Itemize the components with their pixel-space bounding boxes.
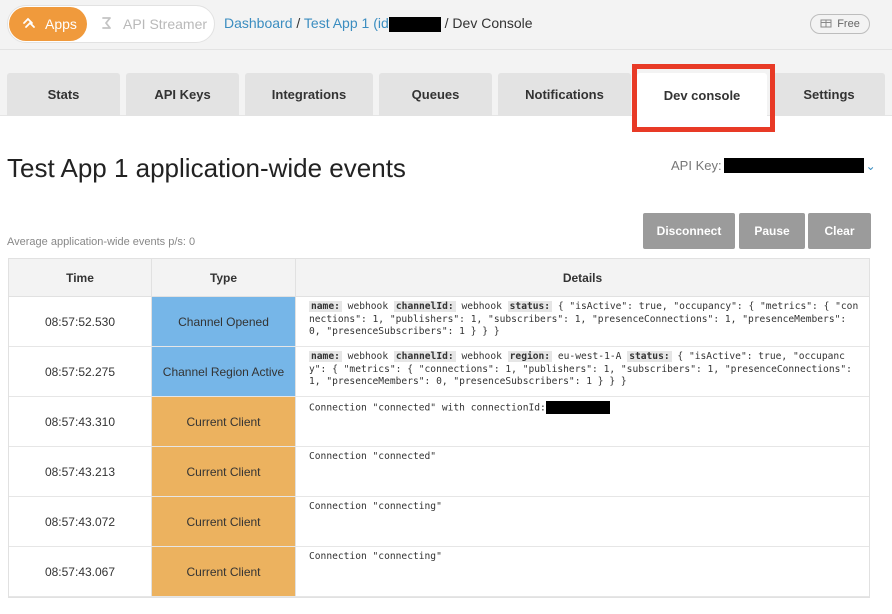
clear-button[interactable]: Clear bbox=[808, 213, 871, 249]
table-row: 08:57:43.310 Current Client Connection "… bbox=[9, 397, 869, 447]
table-row: 08:57:43.213 Current Client Connection "… bbox=[9, 447, 869, 497]
streamer-label: API Streamer bbox=[123, 16, 208, 32]
event-details: Connection "connecting" bbox=[296, 547, 869, 596]
gift-icon bbox=[820, 17, 832, 31]
tab-api-keys[interactable]: API Keys bbox=[126, 73, 239, 116]
redacted-connection-id bbox=[545, 401, 610, 414]
detail-key: name: bbox=[309, 301, 342, 312]
table-header: Time Type Details bbox=[9, 259, 869, 297]
breadcrumb-dashboard-link[interactable]: Dashboard bbox=[224, 15, 293, 31]
redacted-app-id bbox=[388, 16, 441, 32]
streamer-icon bbox=[100, 15, 114, 34]
event-details: Connection "connected" bbox=[296, 447, 869, 496]
breadcrumb-separator: / bbox=[444, 15, 449, 31]
tab-label: Integrations bbox=[271, 87, 347, 102]
page-title: Test App 1 application-wide events bbox=[7, 153, 406, 183]
redacted-api-key bbox=[723, 158, 864, 173]
product-switcher: Apps API Streamer bbox=[7, 5, 215, 43]
table-row: 08:57:43.072 Current Client Connection "… bbox=[9, 497, 869, 547]
breadcrumb-separator: / bbox=[296, 15, 301, 31]
events-rate: Average application-wide events p/s: 0 bbox=[7, 236, 196, 248]
top-bar: Apps API Streamer Dashboard / Test App 1… bbox=[0, 0, 892, 50]
breadcrumb-current: Dev Console bbox=[452, 15, 533, 31]
tab-stats[interactable]: Stats bbox=[7, 73, 120, 116]
breadcrumb-app-link[interactable]: Test App 1 (id bbox=[303, 15, 441, 32]
apps-icon bbox=[21, 15, 37, 34]
detail-text: Connection "connected" with connectionId… bbox=[309, 402, 546, 414]
plan-badge-label: Free bbox=[837, 18, 860, 30]
detail-value: webhook bbox=[461, 301, 502, 312]
event-details: Connection "connecting" bbox=[296, 497, 869, 546]
pause-button[interactable]: Pause bbox=[739, 213, 805, 249]
column-header-details: Details bbox=[562, 270, 603, 285]
table-row: 08:57:52.275 Channel Region Active name:… bbox=[9, 347, 869, 397]
detail-key: region: bbox=[507, 351, 553, 362]
event-time: 08:57:43.310 bbox=[9, 397, 152, 446]
table-row: 08:57:52.530 Channel Opened name: webhoo… bbox=[9, 297, 869, 347]
disconnect-button[interactable]: Disconnect bbox=[643, 213, 735, 249]
tab-queues[interactable]: Queues bbox=[379, 73, 492, 116]
event-type: Current Client bbox=[152, 447, 296, 496]
event-type: Channel Region Active bbox=[152, 347, 296, 396]
tab-integrations[interactable]: Integrations bbox=[245, 73, 373, 116]
event-type: Current Client bbox=[152, 497, 296, 546]
event-time: 08:57:43.067 bbox=[9, 547, 152, 596]
breadcrumb-app-label: Test App 1 (id bbox=[303, 15, 389, 31]
column-header-type: Type bbox=[152, 259, 296, 296]
detail-key: status: bbox=[627, 351, 672, 362]
detail-key: channelId: bbox=[393, 301, 456, 312]
event-type: Current Client bbox=[152, 547, 296, 596]
detail-text: Connection "connecting" bbox=[309, 501, 442, 512]
detail-value: webhook bbox=[347, 301, 389, 312]
tab-label: Stats bbox=[47, 87, 80, 102]
event-details: Connection "connected" with connectionId… bbox=[296, 397, 869, 446]
chevron-down-icon: ⌄ bbox=[865, 158, 876, 173]
detail-text: Connection "connecting" bbox=[309, 551, 442, 562]
api-streamer-toggle[interactable]: API Streamer bbox=[100, 6, 207, 42]
column-header-time: Time bbox=[9, 259, 152, 296]
event-type: Current Client bbox=[152, 397, 296, 446]
tab-notifications[interactable]: Notifications bbox=[498, 73, 631, 116]
event-time: 08:57:52.530 bbox=[9, 297, 152, 346]
apps-label: Apps bbox=[45, 16, 77, 32]
api-key-selector[interactable]: API Key: ⌄ bbox=[671, 158, 876, 173]
detail-key: status: bbox=[507, 301, 553, 312]
event-time: 08:57:43.213 bbox=[9, 447, 152, 496]
tab-label: API Keys bbox=[154, 87, 211, 102]
tab-label: Notifications bbox=[525, 87, 604, 102]
apps-toggle[interactable]: Apps bbox=[9, 7, 87, 41]
detail-value: webhook bbox=[347, 351, 389, 362]
api-key-label: API Key: bbox=[671, 158, 722, 173]
tab-label: Queues bbox=[411, 87, 460, 102]
event-time: 08:57:52.275 bbox=[9, 347, 152, 396]
event-type: Channel Opened bbox=[152, 297, 296, 346]
detail-value: { "isActive": true, "occupancy": { "metr… bbox=[309, 301, 859, 338]
events-table: Time Type Details 08:57:52.530 Channel O… bbox=[8, 258, 870, 598]
event-details: name: webhook channelId: webhook status:… bbox=[296, 297, 869, 346]
breadcrumb: Dashboard / Test App 1 (id / Dev Console bbox=[224, 15, 533, 32]
plan-badge[interactable]: Free bbox=[810, 14, 870, 34]
tab-settings[interactable]: Settings bbox=[773, 73, 885, 116]
event-time: 08:57:43.072 bbox=[9, 497, 152, 546]
event-details: name: webhook channelId: webhook region:… bbox=[296, 347, 869, 396]
detail-key: channelId: bbox=[393, 351, 456, 362]
detail-text: Connection "connected" bbox=[309, 451, 437, 462]
highlight-annotation bbox=[632, 64, 775, 132]
table-row: 08:57:43.067 Current Client Connection "… bbox=[9, 547, 869, 597]
detail-value: webhook bbox=[461, 351, 502, 362]
tab-label: Settings bbox=[803, 87, 855, 102]
detail-key: name: bbox=[309, 351, 342, 362]
detail-value: eu-west-1-A bbox=[557, 351, 622, 362]
